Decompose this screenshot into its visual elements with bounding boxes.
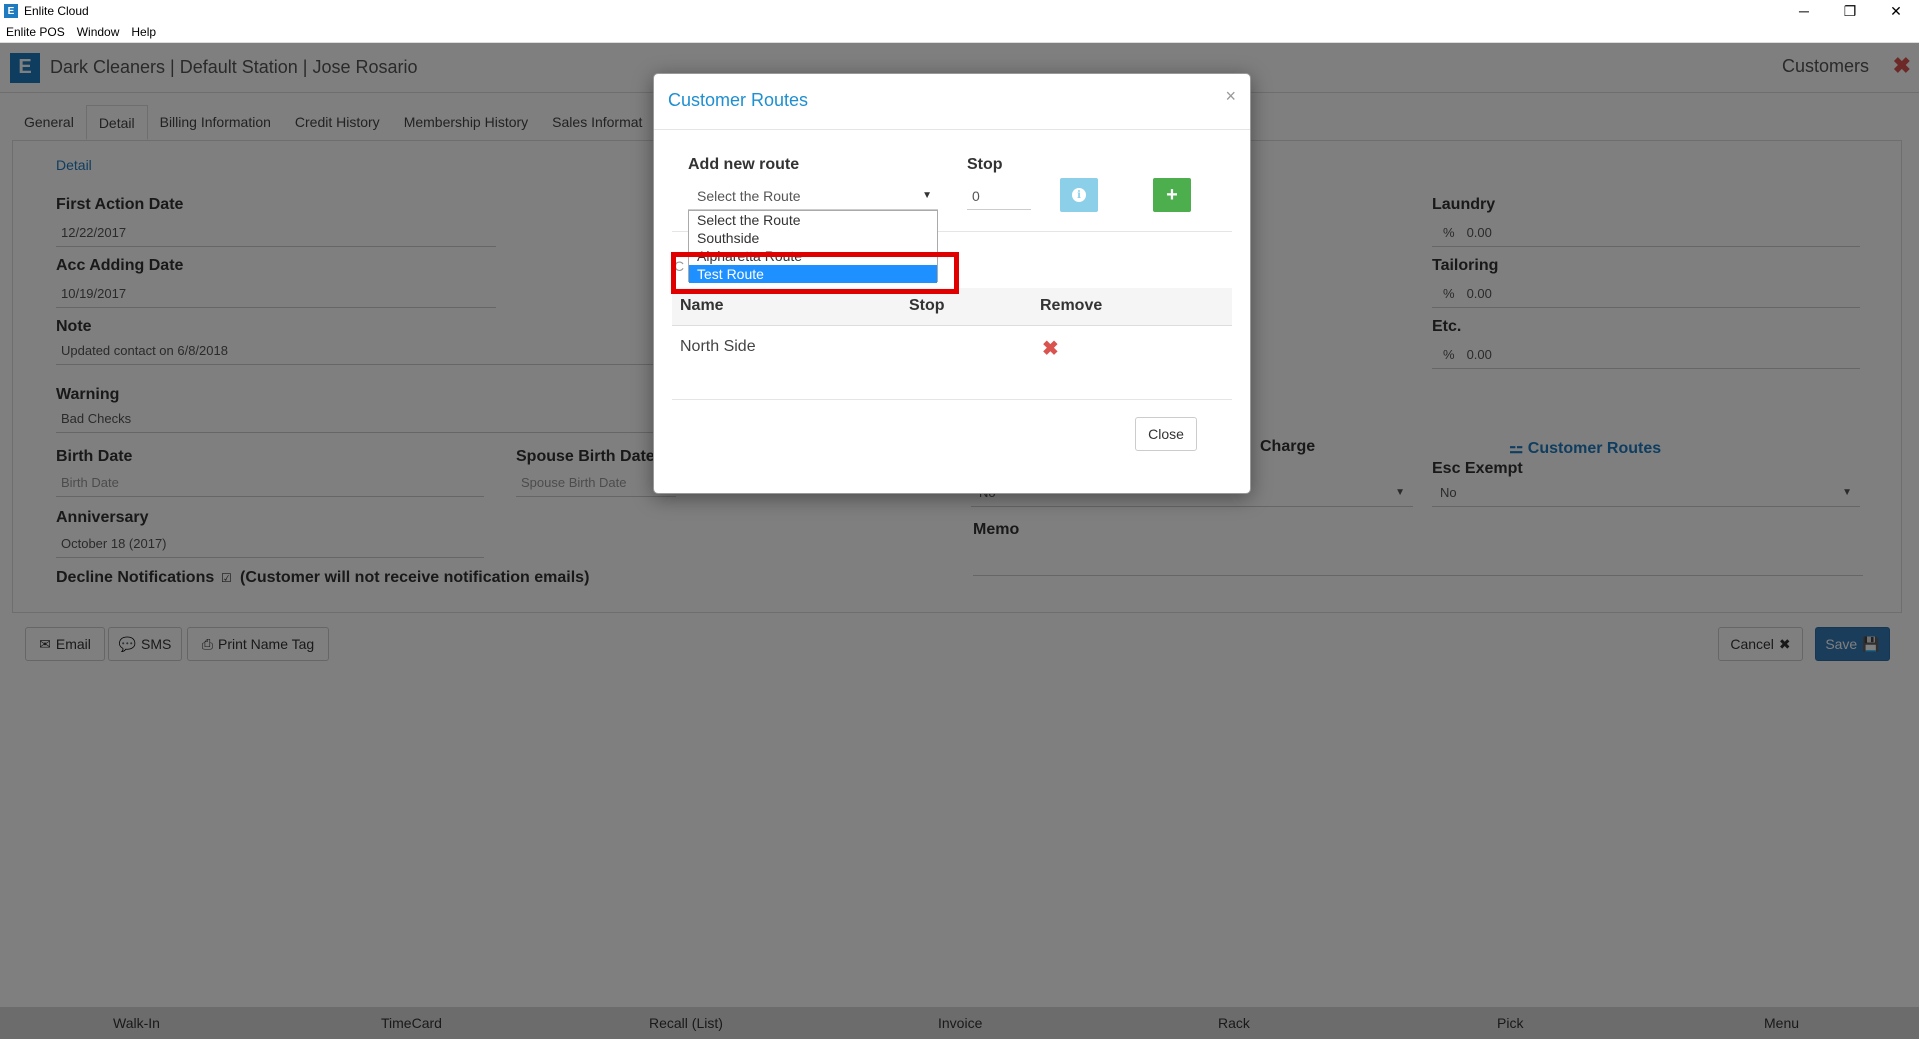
route-row-name: North Side: [680, 338, 756, 355]
info-button[interactable]: i: [1060, 178, 1098, 212]
plus-icon: +: [1166, 183, 1178, 206]
menu-help[interactable]: Help: [131, 25, 156, 39]
add-new-route-label: Add new route: [688, 156, 800, 173]
window-title: Enlite Cloud: [24, 4, 89, 18]
col-remove: Remove: [1040, 297, 1103, 314]
col-name: Name: [680, 297, 724, 314]
modal-title: Customer Routes: [668, 90, 809, 110]
chevron-down-icon: ▼: [922, 190, 932, 201]
route-option-select[interactable]: Select the Route: [689, 211, 937, 229]
menubar: Enlite POS Window Help: [0, 22, 1919, 43]
minimize-button[interactable]: ─: [1781, 0, 1827, 22]
modal-close-icon[interactable]: ×: [1225, 86, 1236, 107]
window-close-button[interactable]: ✕: [1873, 0, 1919, 22]
app-icon: E: [4, 4, 18, 18]
menu-window[interactable]: Window: [77, 25, 120, 39]
stop-input[interactable]: 0: [967, 182, 1031, 210]
window-titlebar: E Enlite Cloud ─ ❐ ✕: [0, 0, 1919, 22]
route-select[interactable]: Select the Route ▼: [688, 182, 938, 210]
add-route-button[interactable]: +: [1153, 178, 1191, 212]
route-option-southside[interactable]: Southside: [689, 229, 937, 247]
close-button[interactable]: Close: [1135, 417, 1197, 451]
highlight-box: [671, 252, 959, 294]
remove-icon[interactable]: ✖: [1042, 336, 1059, 361]
stop-label: Stop: [967, 156, 1003, 173]
info-icon: i: [1072, 188, 1086, 202]
modal-header: Customer Routes ×: [654, 74, 1250, 130]
col-stop: Stop: [909, 297, 945, 314]
divider: [672, 399, 1232, 400]
window-controls: ─ ❐ ✕: [1781, 0, 1919, 22]
restore-button[interactable]: ❐: [1827, 0, 1873, 22]
route-select-value: Select the Route: [697, 188, 801, 204]
menu-enlite-pos[interactable]: Enlite POS: [6, 25, 65, 39]
